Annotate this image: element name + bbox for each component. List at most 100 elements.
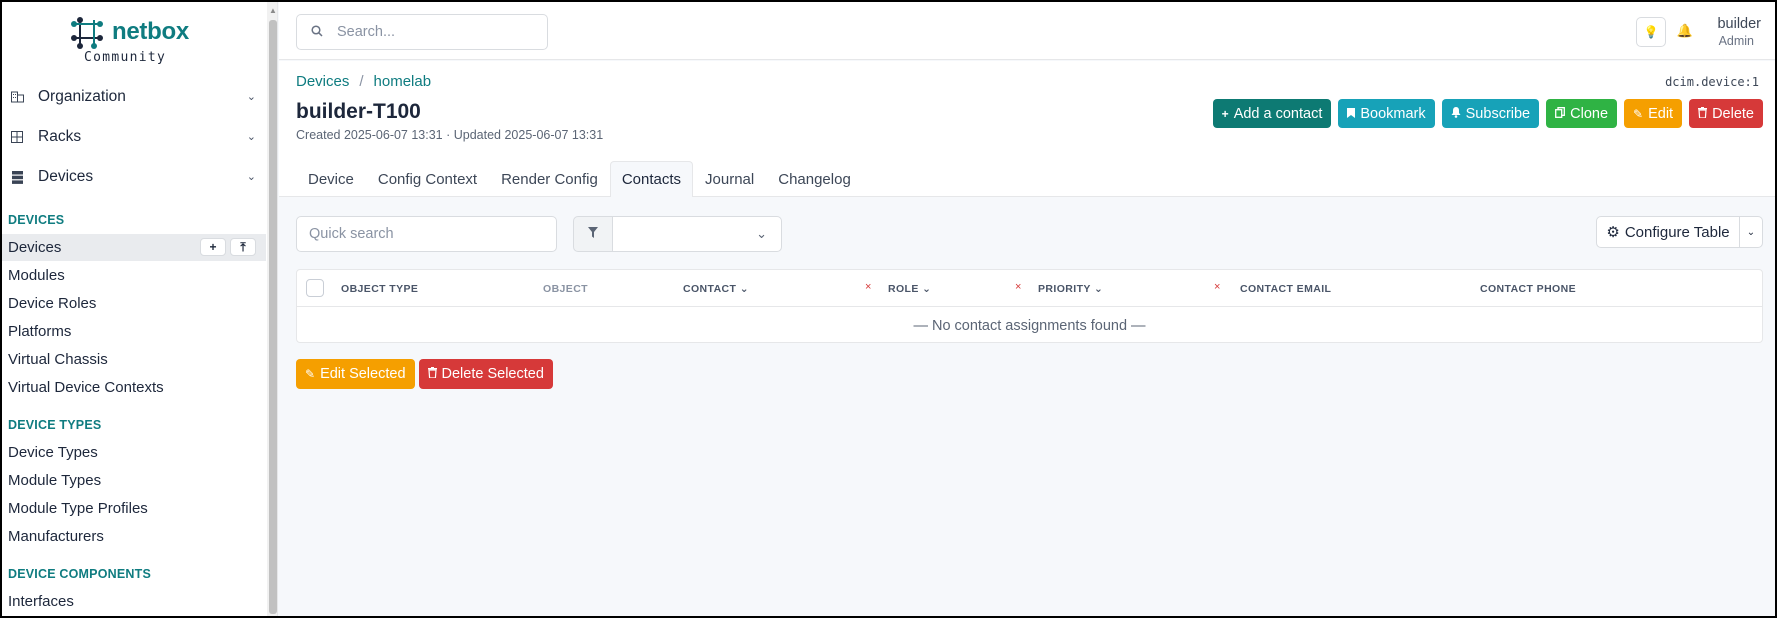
quick-search-input[interactable]: Quick search bbox=[296, 216, 557, 252]
nav-menu-label: Racks bbox=[38, 128, 82, 145]
column-header-contact-phone: CONTACT PHONE bbox=[1480, 283, 1577, 295]
sidebar-item-label: Modules bbox=[8, 267, 65, 284]
sidebar-item-modules[interactable]: Modules bbox=[2, 262, 266, 289]
object-actions: + Add a contact Bookmark Subscribe Clone… bbox=[1212, 99, 1763, 128]
filter-icon bbox=[588, 227, 598, 241]
sidebar-item-virtual-device-contexts[interactable]: Virtual Device Contexts bbox=[2, 374, 266, 401]
column-header-object: OBJECT bbox=[543, 283, 588, 295]
nav-menu-organization[interactable]: Organization ⌄ bbox=[2, 79, 270, 115]
remove-column-icon[interactable]: × bbox=[1214, 281, 1220, 293]
sidebar-item-label: Device Roles bbox=[8, 295, 97, 312]
bookmark-button[interactable]: Bookmark bbox=[1338, 99, 1435, 128]
breadcrumb-link-site[interactable]: homelab bbox=[374, 73, 432, 90]
scroll-up-arrow-icon[interactable]: ▲ bbox=[269, 6, 277, 15]
sidebar-item-label: Virtual Device Contexts bbox=[8, 379, 164, 396]
column-header-role[interactable]: ROLE ⌄ bbox=[888, 283, 931, 295]
brand-name: netbox bbox=[112, 18, 189, 45]
server-icon bbox=[10, 170, 24, 184]
sidebar-item-actions: + ⤒ bbox=[200, 238, 256, 256]
table-header: OBJECT TYPE OBJECT CONTACT ⌄ × ROLE ⌄ × … bbox=[297, 270, 1762, 307]
chevron-down-icon: ⌄ bbox=[246, 131, 256, 143]
filter-button[interactable] bbox=[573, 216, 613, 252]
bell-plus-icon bbox=[1451, 106, 1461, 121]
select-all-checkbox[interactable] bbox=[306, 279, 324, 297]
empty-table-message: — No contact assignments found — bbox=[913, 317, 1146, 334]
remove-column-icon[interactable]: × bbox=[865, 281, 871, 293]
sidebar-item-label: Device Types bbox=[8, 444, 98, 461]
column-header-priority[interactable]: PRIORITY ⌄ bbox=[1038, 283, 1103, 295]
section-heading-devices: DEVICES bbox=[8, 213, 65, 227]
sidebar-item-manufacturers[interactable]: Manufacturers bbox=[2, 523, 266, 550]
page-title: builder-T100 bbox=[296, 100, 421, 123]
sidebar-item-device-types[interactable]: Device Types bbox=[2, 439, 266, 466]
delete-selected-button[interactable]: Delete Selected bbox=[418, 359, 553, 389]
bell-icon[interactable]: 🔔 bbox=[1677, 23, 1693, 39]
chevron-down-icon: ⌄ bbox=[756, 226, 767, 241]
sidebar-item-label: Manufacturers bbox=[8, 528, 104, 545]
sidebar: netbox Community Organization ⌄ Racks ⌄ … bbox=[2, 2, 278, 616]
pencil-icon: ✎ bbox=[305, 367, 316, 381]
clone-button[interactable]: Clone bbox=[1546, 99, 1618, 128]
configure-table-label: Configure Table bbox=[1624, 223, 1730, 241]
column-header-contact-email: CONTACT EMAIL bbox=[1240, 283, 1332, 295]
sidebar-item-label: Virtual Chassis bbox=[8, 351, 108, 368]
column-label: PRIORITY bbox=[1038, 283, 1091, 295]
edit-label: Edit bbox=[1648, 105, 1674, 122]
breadcrumb: Devices / homelab bbox=[296, 73, 431, 90]
search-placeholder: Search... bbox=[337, 24, 396, 40]
sidebar-item-devices[interactable]: Devices + ⤒ bbox=[2, 234, 266, 261]
sidebar-item-interfaces[interactable]: Interfaces bbox=[2, 588, 266, 615]
sidebar-item-label: Module Types bbox=[8, 472, 102, 489]
filter-select[interactable]: ⌄ bbox=[612, 216, 782, 252]
sort-icon: ⌄ bbox=[1093, 283, 1104, 295]
edit-button[interactable]: ✎ Edit bbox=[1624, 99, 1683, 128]
tab-config-context[interactable]: Config Context bbox=[366, 161, 489, 197]
page-header: Devices / homelab dcim.device:1 builder-… bbox=[279, 61, 1775, 197]
subscribe-button[interactable]: Subscribe bbox=[1441, 99, 1540, 128]
tab-changelog[interactable]: Changelog bbox=[766, 161, 863, 197]
user-name[interactable]: builder bbox=[1717, 16, 1761, 32]
sidebar-item-module-types[interactable]: Module Types bbox=[2, 467, 266, 494]
tab-journal[interactable]: Journal bbox=[693, 161, 766, 197]
import-icon[interactable]: ⤒ bbox=[230, 238, 256, 256]
nav-menu-racks[interactable]: Racks ⌄ bbox=[2, 119, 270, 155]
section-heading-device-components: DEVICE COMPONENTS bbox=[8, 567, 151, 581]
tab-render-config[interactable]: Render Config bbox=[489, 161, 610, 197]
sidebar-item-virtual-chassis[interactable]: Virtual Chassis bbox=[2, 346, 266, 373]
pencil-icon: ✎ bbox=[1633, 106, 1644, 121]
scrollbar-thumb[interactable] bbox=[269, 20, 277, 614]
configure-table-dropdown-toggle[interactable]: ⌄ bbox=[1739, 216, 1763, 248]
theme-toggle-button[interactable]: 💡 bbox=[1636, 17, 1666, 47]
global-search-input[interactable]: Search... bbox=[296, 14, 548, 50]
chevron-down-icon: ⌄ bbox=[246, 171, 256, 183]
sort-icon: ⌄ bbox=[739, 283, 749, 295]
sidebar-item-module-type-profiles[interactable]: Module Type Profiles bbox=[2, 495, 266, 522]
netbox-logo-icon bbox=[71, 17, 103, 49]
subscribe-label: Subscribe bbox=[1465, 105, 1531, 122]
sidebar-scrollbar[interactable]: ▲ bbox=[267, 2, 277, 616]
rack-icon bbox=[10, 130, 24, 144]
breadcrumb-link-devices[interactable]: Devices bbox=[296, 73, 349, 90]
column-header-object-type: OBJECT TYPE bbox=[341, 283, 419, 295]
tab-device[interactable]: Device bbox=[296, 161, 366, 197]
column-header-contact[interactable]: CONTACT ⌄ bbox=[683, 283, 749, 295]
delete-label: Delete bbox=[1712, 105, 1754, 122]
edit-selected-button[interactable]: ✎ Edit Selected bbox=[296, 359, 415, 389]
brand-edition: Community bbox=[84, 50, 167, 65]
remove-column-icon[interactable]: × bbox=[1015, 281, 1021, 293]
add-contact-button[interactable]: + Add a contact bbox=[1212, 99, 1332, 128]
chevron-down-icon: ⌄ bbox=[246, 91, 256, 103]
configure-table-button[interactable]: ⚙ Configure Table bbox=[1596, 216, 1740, 248]
tab-contacts[interactable]: Contacts bbox=[609, 161, 694, 197]
sidebar-item-label: Interfaces bbox=[8, 593, 74, 610]
sidebar-item-label: Module Type Profiles bbox=[8, 500, 148, 517]
sidebar-item-platforms[interactable]: Platforms bbox=[2, 318, 266, 345]
add-icon[interactable]: + bbox=[200, 238, 226, 256]
nav-menu-devices[interactable]: Devices ⌄ bbox=[2, 159, 270, 195]
sidebar-item-device-roles[interactable]: Device Roles bbox=[2, 290, 266, 317]
delete-button[interactable]: Delete bbox=[1689, 99, 1763, 128]
netbox-logo[interactable]: netbox Community bbox=[70, 14, 220, 68]
building-icon bbox=[10, 90, 24, 104]
trash-icon bbox=[427, 367, 437, 381]
nav-menu-label: Devices bbox=[38, 168, 94, 185]
